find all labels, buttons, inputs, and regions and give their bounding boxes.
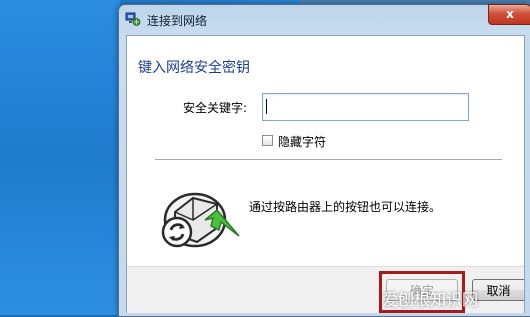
dialog-content: 键入网络安全密钥 安全关键字: 隐藏字符 通过按路由器上的按钮也可以连接。 确定… bbox=[126, 35, 525, 313]
watermark-text: 爱刨根知识网 bbox=[382, 290, 479, 309]
cancel-button[interactable]: 取消 bbox=[472, 279, 524, 301]
router-push-button-icon bbox=[155, 184, 245, 254]
router-hint-text: 通过按路由器上的按钮也可以连接。 bbox=[249, 200, 442, 214]
close-icon: x bbox=[506, 7, 514, 21]
hide-characters-checkbox[interactable] bbox=[262, 135, 273, 146]
network-globe-icon bbox=[125, 11, 141, 27]
close-button[interactable]: x bbox=[488, 4, 530, 25]
desktop-left-area bbox=[0, 0, 120, 315]
window-title: 连接到网络 bbox=[147, 14, 208, 28]
security-key-label: 安全关键字: bbox=[183, 101, 248, 115]
dialog-heading: 键入网络安全密钥 bbox=[138, 60, 250, 76]
security-key-input[interactable] bbox=[262, 93, 469, 121]
connect-to-network-dialog: 连接到网络 x 键入网络安全密钥 安全关键字: 隐藏字符 通过按路由器上的按钮也… bbox=[118, 4, 530, 317]
separator bbox=[155, 159, 502, 160]
text-caret bbox=[266, 99, 267, 114]
hide-characters-label: 隐藏字符 bbox=[278, 135, 327, 149]
title-bar: 连接到网络 x bbox=[119, 4, 530, 33]
